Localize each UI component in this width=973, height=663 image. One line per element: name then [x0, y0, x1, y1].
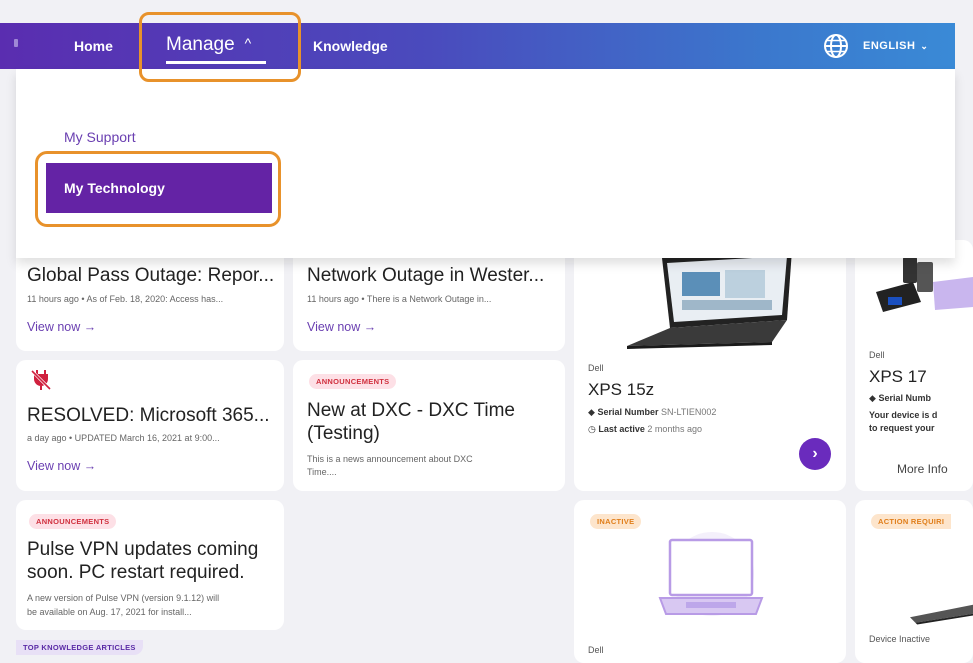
- unplugged-icon: [30, 369, 52, 391]
- view-now-link[interactable]: View now →: [307, 320, 376, 334]
- next-arrow-button[interactable]: ›: [799, 438, 831, 470]
- card-title-line1: New at DXC - DXC Time: [307, 400, 515, 421]
- tag-icon: ◆: [869, 393, 876, 403]
- serial-label: Serial Number: [597, 407, 659, 417]
- menu-item-my-support[interactable]: My Support: [64, 129, 136, 145]
- serial-value: SN-LTIEN002: [660, 407, 717, 417]
- tag-icon: ◆: [588, 407, 595, 417]
- serial-number-row: ◆ Serial Number SN-LTIEN002: [588, 407, 716, 418]
- card-title-line2: (Testing): [307, 423, 380, 444]
- nav-left-edge-mark: [14, 39, 18, 47]
- card-title-line1: Pulse VPN updates coming: [27, 539, 259, 560]
- globe-icon[interactable]: [823, 33, 849, 59]
- laptop-image: [910, 604, 973, 625]
- more-info-button[interactable]: More Info: [897, 462, 948, 476]
- highlight-box-manage: [139, 12, 301, 82]
- card-meta-line1: A new version of Pulse VPN (version 9.1.…: [27, 593, 220, 603]
- card-meta: a day ago • UPDATED March 16, 2021 at 9:…: [27, 433, 220, 443]
- card-meta-line2: be available on Aug. 17, 2021 for instal…: [27, 607, 192, 617]
- language-selector[interactable]: ENGLISH ⌄: [863, 23, 928, 69]
- nav-knowledge-link[interactable]: Knowledge: [313, 23, 388, 69]
- clock-icon: ◷: [588, 424, 596, 434]
- device-model: XPS 17: [869, 367, 927, 386]
- inactive-badge: INACTIVE: [590, 514, 642, 529]
- last-active-row: ◷ Last active 2 months ago: [588, 424, 702, 435]
- news-card-dxc-time[interactable]: ANNOUNCEMENTS New at DXC - DXC Time (Tes…: [293, 360, 565, 491]
- announcement-badge: ANNOUNCEMENTS: [309, 374, 397, 389]
- card-title: RESOLVED: Microsoft 365...: [27, 405, 270, 426]
- device-status: Device Inactive: [869, 634, 931, 644]
- last-active-value: 2 months ago: [647, 424, 702, 434]
- device-brand: Dell: [869, 350, 885, 360]
- serial-number-row: ◆ Serial Numb: [869, 393, 931, 404]
- device-card-xps17[interactable]: Dell XPS 17 ◆ Serial Numb Your device is…: [855, 240, 973, 491]
- news-card-resolved[interactable]: RESOLVED: Microsoft 365... a day ago • U…: [16, 360, 284, 491]
- card-meta: 11 hours ago • As of Feb. 18, 2020: Acce…: [27, 294, 224, 304]
- announcement-badge: ANNOUNCEMENTS: [29, 514, 117, 529]
- chevron-down-icon: ⌄: [920, 41, 929, 51]
- device-brand: Dell: [588, 363, 604, 373]
- device-card-action-required[interactable]: ACTION REQUIRI Device Inactive: [855, 500, 973, 663]
- news-card-pulse-vpn[interactable]: ANNOUNCEMENTS Pulse VPN updates coming s…: [16, 500, 284, 630]
- device-brand: Dell: [588, 645, 604, 655]
- serial-label: Serial Numb: [878, 393, 931, 403]
- card-meta-line1: This is a news announcement about DXC: [307, 454, 473, 464]
- device-card-xps15z[interactable]: Dell XPS 15z ◆ Serial Number SN-LTIEN002…: [574, 240, 846, 491]
- action-required-badge: ACTION REQUIRI: [871, 514, 952, 529]
- language-label: ENGLISH: [863, 40, 916, 52]
- card-title: Network Outage in Wester...: [307, 265, 545, 286]
- device-note-line1: Your device is d: [869, 410, 938, 420]
- view-now-link[interactable]: View now →: [27, 459, 96, 473]
- card-meta-line2: Time....: [307, 467, 337, 477]
- top-knowledge-articles-label: TOP KNOWLEDGE ARTICLES: [16, 640, 143, 655]
- device-note-line2: to request your: [869, 423, 935, 433]
- card-title: Global Pass Outage: Repor...: [27, 265, 275, 286]
- devices-image: [876, 257, 973, 312]
- device-card-inactive[interactable]: INACTIVE Dell: [574, 500, 846, 663]
- highlight-box-my-technology: [35, 151, 281, 227]
- laptop-outline-image: [658, 532, 764, 616]
- laptop-image: [627, 250, 792, 349]
- last-active-label: Last active: [598, 424, 645, 434]
- nav-home-link[interactable]: Home: [74, 23, 113, 69]
- card-title-line2: soon. PC restart required.: [27, 562, 245, 583]
- device-model: XPS 15z: [588, 380, 655, 399]
- card-meta: 11 hours ago • There is a Network Outage…: [307, 294, 492, 304]
- view-now-link[interactable]: View now →: [27, 320, 96, 334]
